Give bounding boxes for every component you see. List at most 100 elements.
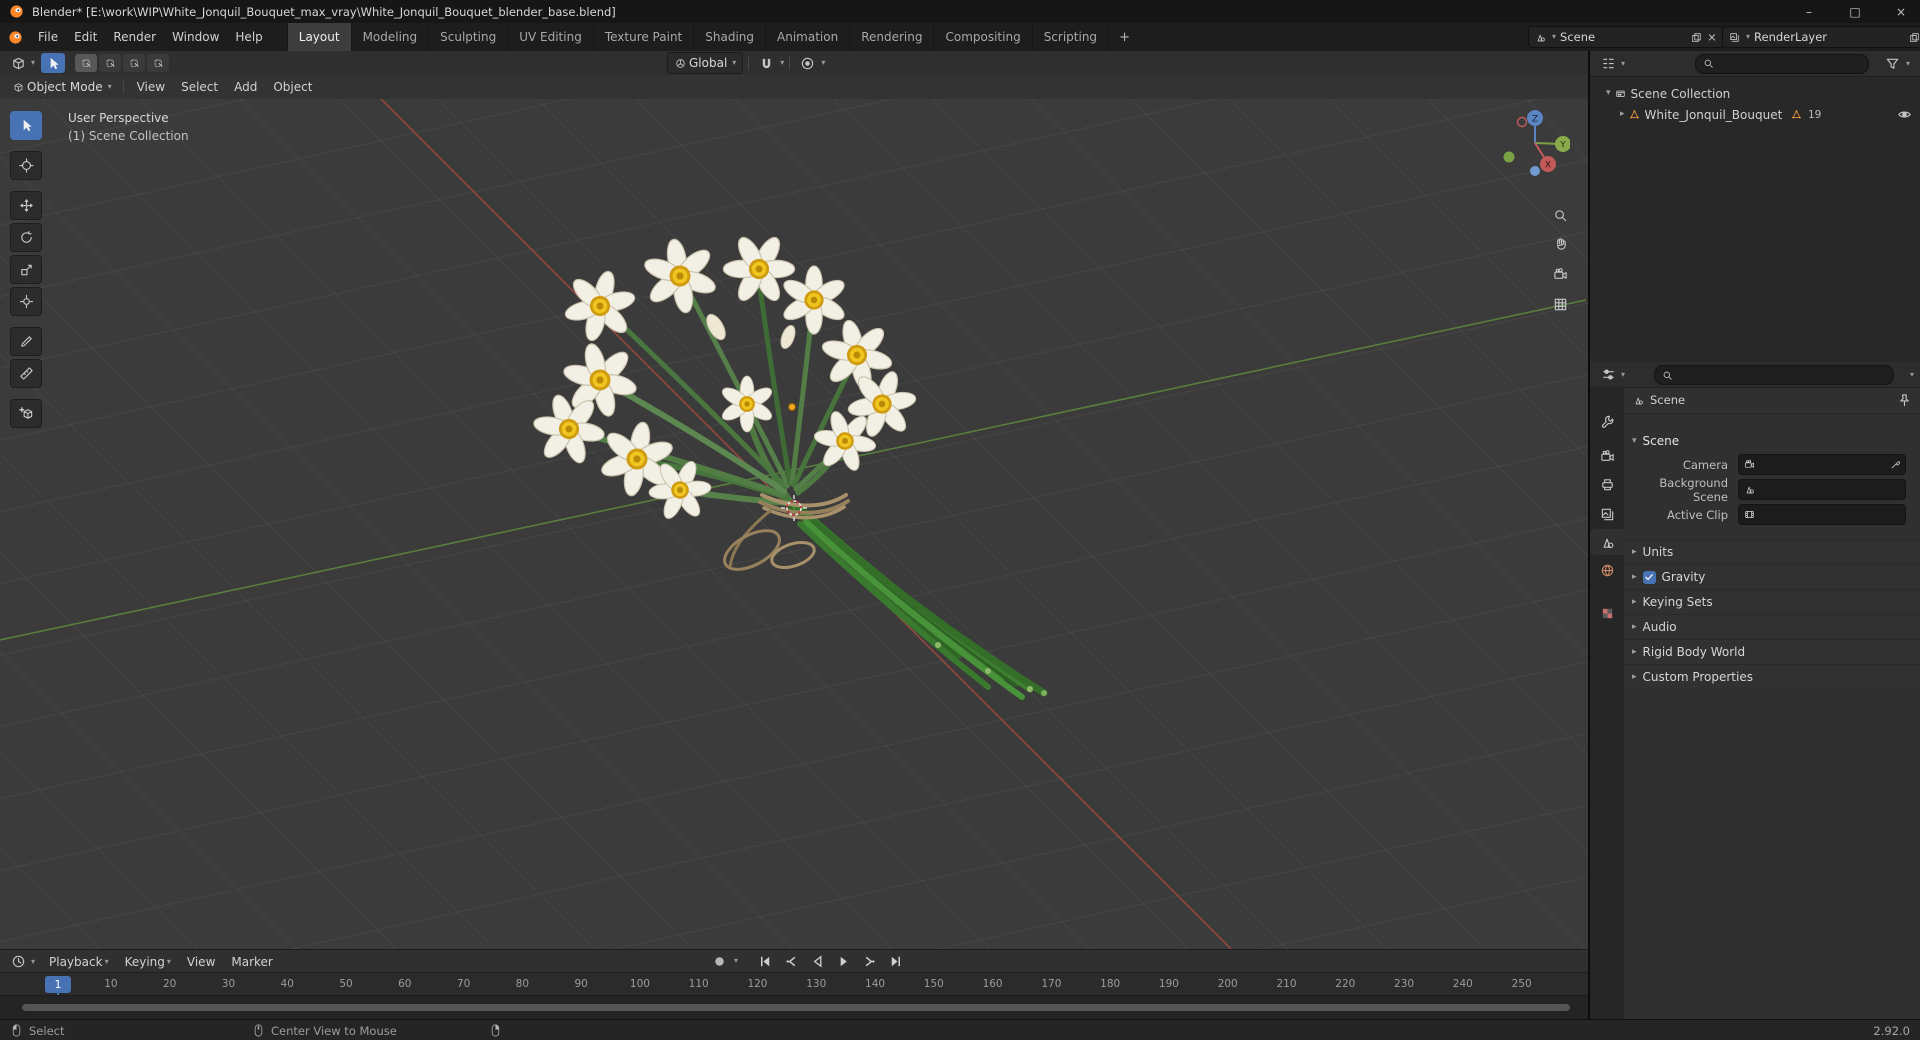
workspace-tab-modeling[interactable]: Modeling <box>352 23 430 51</box>
select-mode-invert-button[interactable] <box>147 54 170 72</box>
transform-tool-button[interactable] <box>10 287 42 316</box>
select-mode-extend-button[interactable] <box>99 54 122 72</box>
timeline-ruler[interactable]: 10 20 30 40 50 60 70 80 90 100 110 120 130 140 150 160 1… <box>0 972 1588 996</box>
workspace-tab-rendering[interactable]: Rendering <box>850 23 935 51</box>
scale-tool-button[interactable] <box>10 255 42 284</box>
panel-expand-icon[interactable]: ▸ <box>1632 572 1637 582</box>
snap-toggle-button[interactable] <box>754 53 778 73</box>
workspace-tab-uv-editing[interactable]: UV Editing <box>508 23 594 51</box>
annotate-tool-button[interactable] <box>10 327 42 356</box>
properties-tab-world[interactable] <box>1590 557 1624 583</box>
move-tool-button[interactable] <box>10 191 42 220</box>
background-scene-field[interactable] <box>1738 479 1906 500</box>
properties-tab-texture[interactable] <box>1590 600 1624 626</box>
select-mode-set-button[interactable] <box>75 54 98 72</box>
cursor-tool-button[interactable] <box>10 151 42 180</box>
workspace-tab-shading[interactable]: Shading <box>694 23 766 51</box>
panel-rigid-body-world[interactable]: ▸ Rigid Body World <box>1624 639 1920 664</box>
panel-expand-icon[interactable]: ▸ <box>1632 622 1637 632</box>
workspace-tab-sculpting[interactable]: Sculpting <box>429 23 509 51</box>
properties-tab-render[interactable] <box>1590 443 1624 469</box>
properties-editor-type-button[interactable]: ▾ <box>1594 365 1631 385</box>
properties-filter-chevron[interactable]: ▾ <box>1910 371 1914 379</box>
timeline-editor-type-button[interactable]: ▾ <box>4 952 41 972</box>
app-menu-button[interactable] <box>0 23 30 51</box>
active-clip-field[interactable] <box>1738 504 1906 525</box>
workspace-tab-compositing[interactable]: Compositing <box>934 23 1033 51</box>
active-tool-button[interactable] <box>41 53 66 73</box>
viewport-menu-object[interactable]: Object <box>265 75 320 99</box>
panel-expand-icon[interactable]: ▸ <box>1632 597 1637 607</box>
workspace-tab-texture-paint[interactable]: Texture Paint <box>594 23 695 51</box>
transform-orientation-dropdown[interactable]: Global ▾ <box>667 52 744 74</box>
add-cube-tool-button[interactable] <box>10 399 42 428</box>
jump-to-start-button[interactable] <box>752 951 778 971</box>
properties-tab-output[interactable] <box>1590 471 1624 497</box>
scene-panel-header[interactable]: ▾ Scene <box>1624 430 1920 452</box>
play-reverse-button[interactable] <box>804 951 830 971</box>
jump-to-end-button[interactable] <box>882 951 908 971</box>
viewport-menu-view[interactable]: View <box>129 75 173 99</box>
timeline-menu-playback[interactable]: Playback ▾ <box>41 950 117 973</box>
timeline-menu-view[interactable]: View <box>179 950 223 973</box>
panel-units[interactable]: ▸ Units <box>1624 539 1920 564</box>
select-mode-subtract-button[interactable] <box>123 54 146 72</box>
mode-dropdown[interactable]: Object Mode ▾ <box>6 77 118 97</box>
properties-tab-tool[interactable] <box>1590 408 1624 434</box>
properties-tab-scene[interactable] <box>1590 529 1624 555</box>
camera-field[interactable] <box>1738 454 1906 475</box>
outliner-editor-type-button[interactable]: ▾ <box>1594 54 1631 74</box>
ortho-toggle-button[interactable] <box>1548 292 1572 316</box>
eyedropper-icon[interactable] <box>1889 459 1901 471</box>
prev-keyframe-button[interactable] <box>778 951 804 971</box>
timeline-menu-keying[interactable]: Keying ▾ <box>117 950 179 973</box>
outliner-row-object[interactable]: ▸ White_Jonquil_Bouquet 19 <box>1590 104 1920 125</box>
unlink-scene-icon[interactable]: × <box>1706 30 1718 44</box>
viewport-menu-add[interactable]: Add <box>226 75 265 99</box>
workspace-tab-animation[interactable]: Animation <box>766 23 851 51</box>
proportional-options-chevron[interactable]: ▾ <box>821 59 825 67</box>
current-frame-marker[interactable]: 1 <box>45 976 71 993</box>
zoom-button[interactable] <box>1548 203 1572 227</box>
properties-search-input[interactable] <box>1654 365 1894 385</box>
panel-keying-sets[interactable]: ▸ Keying Sets <box>1624 589 1920 614</box>
add-workspace-button[interactable]: + <box>1109 23 1140 51</box>
panel-gravity[interactable]: ▸ Gravity <box>1624 564 1920 589</box>
scene-selector[interactable]: ▾ Scene × <box>1528 26 1724 48</box>
proportional-edit-button[interactable] <box>795 53 819 73</box>
auto-keying-button[interactable] <box>706 951 732 971</box>
outliner-search-input[interactable] <box>1695 53 1870 74</box>
menu-window[interactable]: Window <box>164 23 227 51</box>
new-view-layer-icon[interactable] <box>1908 31 1920 43</box>
rotate-tool-button[interactable] <box>10 223 42 252</box>
workspace-tab-layout[interactable]: Layout <box>286 23 352 51</box>
outliner-filter-button[interactable]: ▾ <box>1879 54 1916 74</box>
maximize-button[interactable]: □ <box>1828 0 1874 23</box>
select-box-tool-button[interactable] <box>10 111 42 140</box>
next-keyframe-button[interactable] <box>856 951 882 971</box>
play-button[interactable] <box>830 951 856 971</box>
expand-icon[interactable]: ▾ <box>1606 89 1611 98</box>
expand-icon[interactable]: ▸ <box>1620 110 1625 119</box>
close-button[interactable]: × <box>1874 0 1920 23</box>
menu-file[interactable]: File <box>30 23 66 51</box>
editor-type-button[interactable]: ▾ <box>4 53 41 73</box>
timeline-scrollbar[interactable] <box>22 1004 1570 1011</box>
panel-custom-properties[interactable]: ▸ Custom Properties <box>1624 664 1920 689</box>
workspace-tab-scripting[interactable]: Scripting <box>1033 23 1110 51</box>
snap-options-chevron[interactable]: ▾ <box>780 59 784 67</box>
menu-render[interactable]: Render <box>105 23 164 51</box>
panel-expand-icon[interactable]: ▸ <box>1632 547 1637 557</box>
menu-edit[interactable]: Edit <box>66 23 105 51</box>
panel-expand-icon[interactable]: ▸ <box>1632 672 1637 682</box>
menu-help[interactable]: Help <box>227 23 270 51</box>
measure-tool-button[interactable] <box>10 359 42 388</box>
new-scene-icon[interactable] <box>1690 31 1702 43</box>
camera-view-button[interactable] <box>1548 262 1572 286</box>
3d-viewport[interactable]: User Perspective (1) Scene Collection Z … <box>0 99 1588 949</box>
timeline-menu-marker[interactable]: Marker <box>223 950 280 973</box>
panel-audio[interactable]: ▸ Audio <box>1624 614 1920 639</box>
pan-button[interactable] <box>1548 231 1572 255</box>
outliner-row-scene-collection[interactable]: ▾ Scene Collection <box>1590 83 1920 104</box>
properties-tab-view-layer[interactable] <box>1590 501 1624 527</box>
